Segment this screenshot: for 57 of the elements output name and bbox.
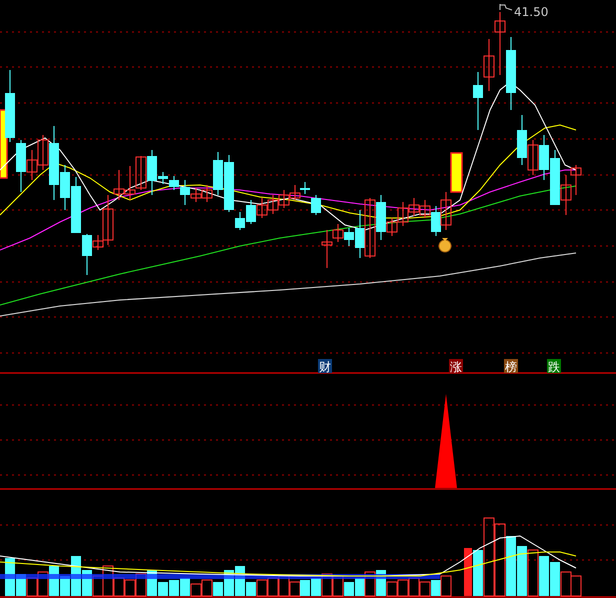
volume-bar bbox=[136, 574, 146, 596]
signal-bar bbox=[450, 152, 463, 193]
volume-bar bbox=[311, 578, 321, 596]
candlestick bbox=[71, 176, 81, 234]
volume-bar bbox=[355, 578, 365, 596]
signal-tag: 财 bbox=[318, 359, 332, 374]
candlestick bbox=[246, 200, 256, 224]
volume-bar bbox=[570, 576, 582, 596]
volume-bar bbox=[560, 572, 572, 596]
candlestick bbox=[528, 140, 538, 176]
candlestick bbox=[290, 184, 300, 200]
volume-bar bbox=[550, 562, 560, 596]
candlestick bbox=[136, 156, 146, 190]
volume-bar bbox=[180, 578, 190, 596]
volume-bar bbox=[190, 584, 202, 596]
signal-tag: 跌 bbox=[547, 359, 561, 374]
volume-bar bbox=[26, 578, 38, 596]
signal-tag: 涨 bbox=[449, 359, 463, 374]
candlestick bbox=[278, 190, 290, 208]
candlestick bbox=[539, 134, 549, 180]
candlestick bbox=[124, 166, 136, 200]
volume-bar bbox=[517, 546, 527, 596]
volume-bar bbox=[169, 580, 179, 596]
candlestick bbox=[560, 174, 572, 216]
volume-bar bbox=[506, 536, 516, 596]
volume-bar bbox=[322, 574, 332, 596]
volume-bar bbox=[440, 576, 452, 596]
candlestick bbox=[517, 114, 527, 166]
candlestick bbox=[550, 150, 560, 206]
volume-bar bbox=[408, 578, 420, 596]
volume-bar bbox=[256, 580, 268, 596]
volume-bar bbox=[398, 580, 408, 596]
volume-bar bbox=[268, 578, 278, 596]
candlestick bbox=[364, 198, 376, 258]
volume-bar bbox=[420, 582, 430, 596]
candlestick bbox=[570, 164, 582, 196]
candlestick bbox=[494, 12, 506, 76]
candlestick bbox=[398, 202, 408, 226]
volume-bar bbox=[364, 572, 376, 596]
price-label: 41.50 bbox=[514, 5, 548, 19]
candlestick bbox=[440, 192, 452, 230]
candlestick bbox=[473, 72, 483, 130]
candlestick bbox=[484, 38, 494, 92]
volume-bar bbox=[202, 580, 212, 596]
volume-bar bbox=[431, 580, 441, 596]
volume-bar bbox=[290, 582, 300, 596]
candlestick bbox=[268, 194, 278, 214]
money-bag-icon bbox=[438, 238, 452, 252]
volume-bar bbox=[539, 556, 549, 596]
candlestick bbox=[408, 198, 420, 216]
signal-tag: 榜 bbox=[504, 359, 518, 374]
volume-bar bbox=[124, 580, 136, 596]
volume-bar bbox=[528, 550, 538, 596]
volume-bar bbox=[300, 580, 310, 596]
candlestick bbox=[256, 198, 268, 218]
leader-line bbox=[500, 4, 512, 10]
volume-bar bbox=[38, 572, 48, 596]
